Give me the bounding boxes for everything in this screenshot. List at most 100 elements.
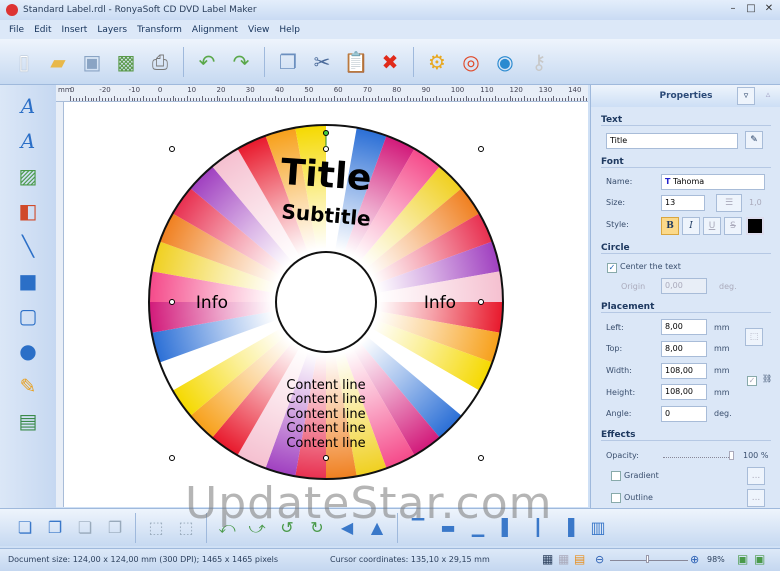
zoom-in-button[interactable]: ⊕ <box>690 553 699 566</box>
fit-page-icon[interactable]: ▣ <box>737 552 748 566</box>
content-line[interactable]: Content line <box>286 378 365 393</box>
new-icon[interactable]: ▯ <box>10 48 38 76</box>
maximize-button[interactable]: □ <box>744 3 758 15</box>
text-input[interactable]: Title <box>606 133 738 149</box>
export-icon[interactable]: ▩ <box>112 48 140 76</box>
opacity-slider[interactable] <box>663 457 733 458</box>
ruler-tick-label: 130 <box>538 86 553 94</box>
font-name-select[interactable]: T Tahoma <box>661 174 765 190</box>
minimize-button[interactable]: – <box>726 3 740 15</box>
fit-size-button[interactable]: ⬚ <box>745 328 763 346</box>
content-line[interactable]: Content line <box>286 421 365 436</box>
top-unit: mm <box>714 344 730 353</box>
keep-ratio-checkbox[interactable]: ✓ <box>747 376 757 386</box>
origin-unit: deg. <box>719 282 737 291</box>
gradient-checkbox[interactable] <box>611 471 621 481</box>
font-color-button[interactable] <box>746 217 764 235</box>
send-backward-icon[interactable]: ❐ <box>102 515 128 541</box>
line-spacing-button[interactable]: ☰ <box>716 194 742 212</box>
redo-icon[interactable]: ↷ <box>227 48 255 76</box>
center-text-checkbox[interactable]: ✓ <box>607 263 617 273</box>
dots-grid-icon[interactable]: ▦ <box>558 552 569 566</box>
opacity-slider-thumb[interactable] <box>729 451 734 460</box>
pencil-tool-icon[interactable]: ✎ <box>14 371 42 401</box>
menu-edit[interactable]: Edit <box>29 25 56 35</box>
content-line[interactable]: Content line <box>286 407 365 422</box>
menu-layers[interactable]: Layers <box>92 25 132 35</box>
print-icon[interactable]: ⎙ <box>146 48 174 76</box>
web-icon[interactable]: ◉ <box>491 48 519 76</box>
underline-button[interactable]: U <box>703 217 721 235</box>
label-info-right[interactable]: Info <box>424 293 456 313</box>
bring-to-front-icon[interactable]: ❏ <box>12 515 38 541</box>
circular-text-tool-icon[interactable]: A <box>14 126 42 156</box>
settings-icon[interactable]: ⚙ <box>423 48 451 76</box>
height-input[interactable]: 108,00 <box>661 384 707 400</box>
origin-label: Origin <box>621 282 646 291</box>
ruler-tick-label: 110 <box>480 86 494 94</box>
width-input[interactable]: 108,00 <box>661 363 707 379</box>
edit-text-button[interactable]: ✎ <box>745 131 763 149</box>
copy-icon[interactable]: ❐ <box>274 48 302 76</box>
outline-options-button[interactable]: ... <box>747 489 765 507</box>
ruler-tick-label: 120 <box>509 86 523 94</box>
label-title[interactable]: Title <box>279 152 373 199</box>
bring-forward-icon[interactable]: ❏ <box>72 515 98 541</box>
panel-collapse-button[interactable]: ▵ <box>759 87 777 105</box>
top-input[interactable]: 8,00 <box>661 341 707 357</box>
clipart-tool-icon[interactable]: ◧ <box>14 196 42 226</box>
bold-button[interactable]: B <box>661 217 679 235</box>
strikethrough-button[interactable]: S <box>724 217 742 235</box>
ellipse-tool-icon[interactable]: ● <box>14 336 42 366</box>
menu-file[interactable]: File <box>4 25 29 35</box>
menu-bar: File Edit Insert Layers Transform Alignm… <box>0 20 780 39</box>
line-tool-icon[interactable]: ╲ <box>14 231 42 261</box>
delete-icon[interactable]: ✖ <box>376 48 404 76</box>
menu-help[interactable]: Help <box>274 25 305 35</box>
zoom-out-button[interactable]: ⊖ <box>595 553 604 566</box>
font-size-select[interactable]: 13 <box>661 195 705 211</box>
menu-alignment[interactable]: Alignment <box>187 25 243 35</box>
zoom-slider-thumb[interactable] <box>646 555 649 563</box>
send-to-back-icon[interactable]: ❐ <box>42 515 68 541</box>
distribute-icon[interactable]: ▥ <box>585 515 611 541</box>
align-right-icon[interactable]: ▐ <box>555 515 581 541</box>
label-info-left[interactable]: Info <box>196 293 228 313</box>
content-line[interactable]: Content line <box>286 436 365 451</box>
gradient-options-button[interactable]: ... <box>747 467 765 485</box>
key-icon[interactable]: ⚷ <box>525 48 553 76</box>
menu-insert[interactable]: Insert <box>57 25 93 35</box>
italic-button[interactable]: I <box>682 217 700 235</box>
rounded-rectangle-tool-icon[interactable]: ▢ <box>14 301 42 331</box>
fit-width-icon[interactable]: ▣ <box>754 552 765 566</box>
rectangle-tool-icon[interactable]: ■ <box>14 266 42 296</box>
help-icon[interactable]: ◎ <box>457 48 485 76</box>
image-tool-icon[interactable]: ▨ <box>14 161 42 191</box>
group-icon[interactable]: ⬚ <box>143 515 169 541</box>
origin-input[interactable]: 0,00 <box>661 278 707 294</box>
outline-checkbox[interactable] <box>611 493 621 503</box>
panel-dropdown-button[interactable]: ▿ <box>737 87 755 105</box>
cut-icon[interactable]: ✂ <box>308 48 336 76</box>
menu-view[interactable]: View <box>243 25 274 35</box>
grid-icon[interactable]: ▦ <box>542 552 553 566</box>
save-icon[interactable]: ▣ <box>78 48 106 76</box>
playlist-tool-icon[interactable]: ▤ <box>14 406 42 436</box>
left-input[interactable]: 8,00 <box>661 319 707 335</box>
opacity-label: Opacity: <box>606 451 639 460</box>
chain-link-icon: ⛓ <box>762 374 773 383</box>
close-button[interactable]: ✕ <box>762 3 776 15</box>
design-canvas[interactable]: Title Subtitle Info Info Content line Co… <box>64 102 588 507</box>
open-icon[interactable]: ▰ <box>44 48 72 76</box>
truetype-icon: T <box>665 177 671 186</box>
angle-input[interactable]: 0 <box>661 406 707 422</box>
menu-transform[interactable]: Transform <box>132 25 187 35</box>
zoom-slider[interactable] <box>610 560 688 561</box>
left-label: Left: <box>606 323 624 332</box>
undo-icon[interactable]: ↶ <box>193 48 221 76</box>
content-line[interactable]: Content line <box>286 392 365 407</box>
text-tool-icon[interactable]: A <box>14 91 42 121</box>
guides-icon[interactable]: ▤ <box>574 552 585 566</box>
center-text-label: Center the text <box>620 262 681 271</box>
paste-icon[interactable]: 📋 <box>342 48 370 76</box>
